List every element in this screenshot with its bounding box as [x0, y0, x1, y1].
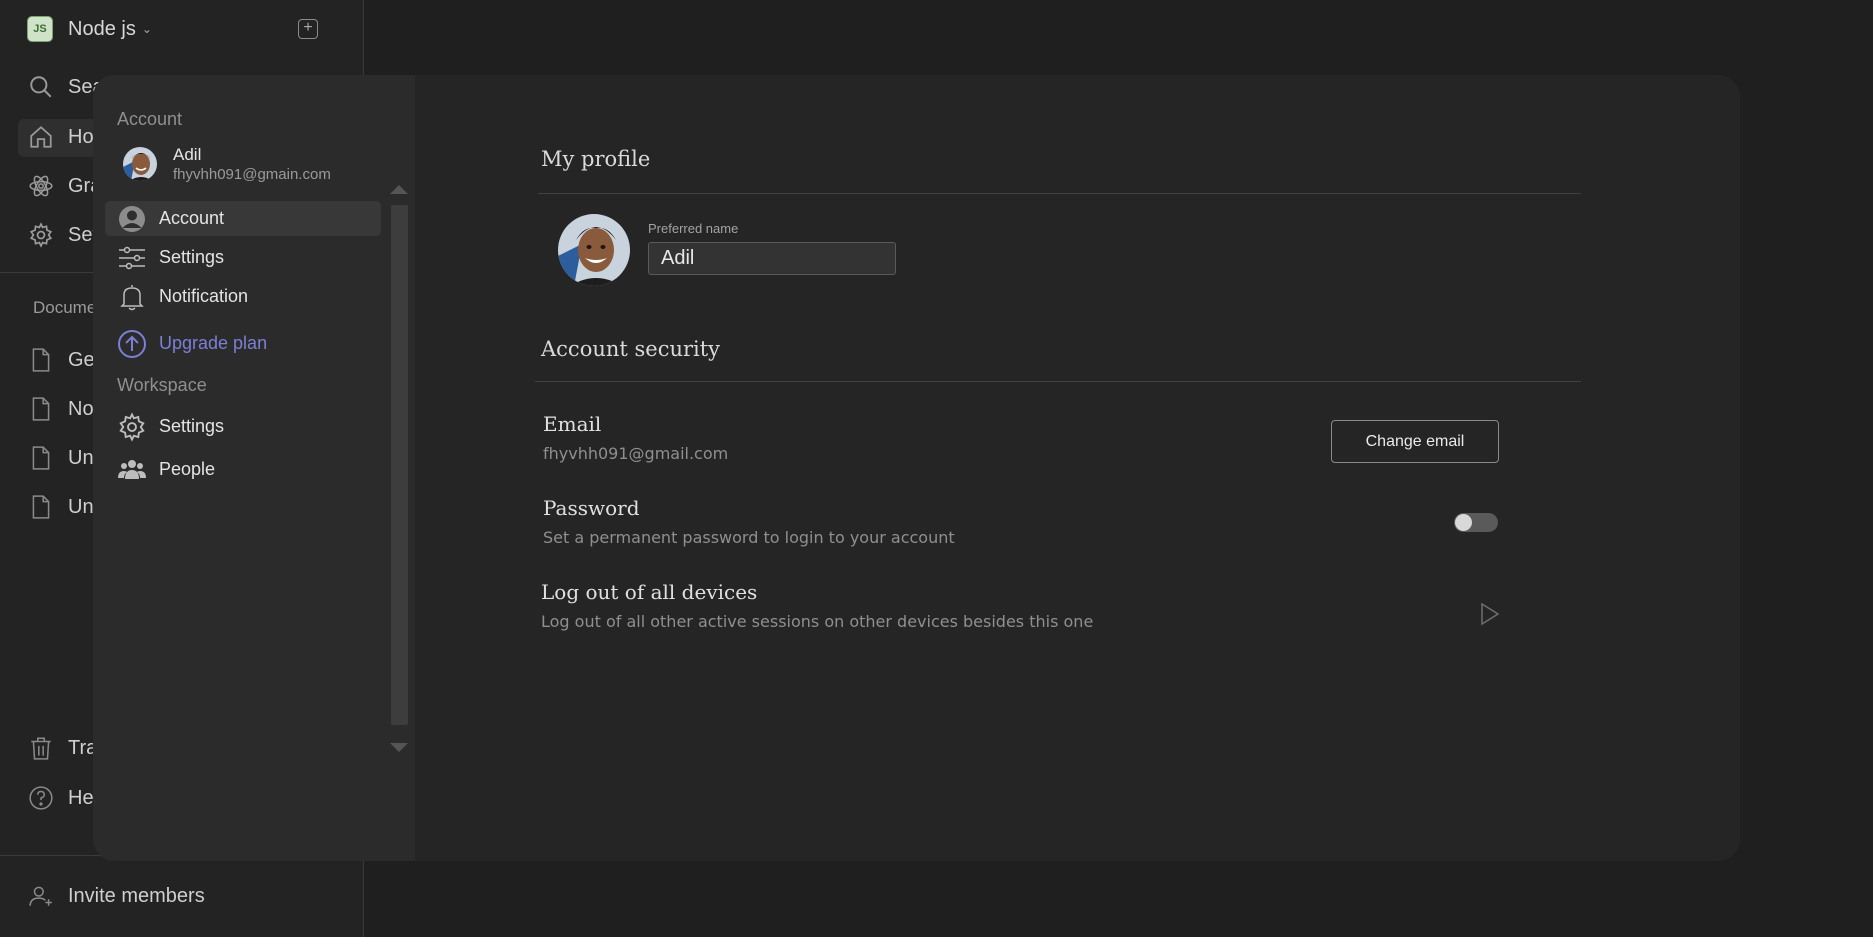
settings-nav-notification[interactable]: Notification	[105, 279, 381, 314]
bell-icon	[120, 284, 144, 310]
account-section-heading: Account	[117, 109, 183, 129]
scroll-thumb[interactable]	[391, 205, 408, 725]
divider	[535, 381, 1581, 382]
settings-nav-settings[interactable]: Settings	[105, 240, 381, 275]
settings-nav-workspace-settings[interactable]: Settings	[105, 409, 381, 444]
gear-icon	[29, 222, 53, 248]
workspace-section-heading: Workspace	[117, 375, 207, 395]
settings-content: My profile Preferred name Account securi…	[415, 75, 1740, 861]
avatar	[123, 147, 157, 181]
trash-icon	[31, 737, 51, 760]
arrow-up-circle-icon	[118, 329, 146, 358]
preferred-name-label: Preferred name	[648, 221, 739, 236]
scroll-up-arrow[interactable]	[390, 185, 408, 194]
nav-item-label: Upgrade plan	[159, 333, 268, 353]
play-arrow-icon[interactable]	[1479, 602, 1501, 626]
workspace-name: Node js	[68, 17, 136, 40]
gear-icon	[119, 411, 145, 442]
email-title: Email	[543, 412, 602, 436]
user-card: Adil fhyvhh091@gmain.com	[123, 145, 331, 183]
nav-item-label: Settings	[159, 416, 225, 436]
graph-icon	[29, 175, 53, 197]
scroll-down-arrow[interactable]	[390, 743, 408, 752]
user-name: Adil	[173, 145, 202, 164]
upgrade-plan-link[interactable]: Upgrade plan	[105, 326, 381, 361]
password-title: Password	[543, 496, 640, 520]
workspace-switcher[interactable]: JS Node js ⌄	[27, 16, 152, 42]
nav-scrollbar[interactable]	[390, 185, 408, 752]
add-page-icon[interactable]: +	[298, 19, 318, 39]
home-icon	[30, 126, 52, 148]
divider	[538, 193, 1581, 194]
nav-item-label: Account	[159, 208, 225, 228]
user-email: fhyvhh091@gmain.com	[173, 166, 331, 183]
password-description: Set a permanent password to login to you…	[543, 528, 955, 547]
account-security-heading: Account security	[541, 337, 721, 361]
invite-members-button[interactable]: Invite members	[28, 883, 205, 909]
my-profile-heading: My profile	[541, 147, 651, 171]
file-icon	[32, 446, 50, 470]
file-icon	[32, 495, 50, 519]
profile-avatar[interactable]	[558, 214, 630, 286]
search-icon	[30, 76, 52, 98]
sliders-icon	[119, 246, 145, 269]
email-value: fhyvhh091@gmail.com	[543, 444, 729, 463]
user-circle-icon	[119, 205, 145, 232]
settings-modal: Account Adil fhyvhh091@gmain.com Account…	[93, 75, 1740, 861]
workspace-logo: JS	[27, 16, 53, 42]
logout-all-title: Log out of all devices	[541, 580, 758, 604]
settings-nav: Account Adil fhyvhh091@gmain.com Account…	[93, 75, 415, 861]
help-icon	[29, 786, 53, 810]
change-email-button[interactable]: Change email	[1331, 420, 1499, 463]
add-user-icon	[29, 886, 52, 906]
chevron-down-icon: ⌄	[141, 22, 152, 36]
toggle-knob	[1455, 514, 1472, 531]
file-icon	[32, 348, 50, 372]
nav-item-label: People	[159, 459, 216, 479]
settings-nav-account[interactable]: Account	[105, 201, 381, 236]
people-icon	[118, 459, 146, 479]
nav-item-label: Notification	[159, 286, 249, 306]
file-icon	[32, 397, 50, 421]
settings-nav-people[interactable]: People	[105, 452, 381, 487]
logout-all-description: Log out of all other active sessions on …	[541, 612, 1094, 631]
preferred-name-input[interactable]	[648, 242, 896, 275]
user-info: Adil fhyvhh091@gmain.com	[173, 145, 331, 183]
invite-label: Invite members	[68, 884, 205, 907]
password-toggle[interactable]	[1454, 513, 1498, 532]
nav-item-label: Settings	[159, 247, 225, 267]
